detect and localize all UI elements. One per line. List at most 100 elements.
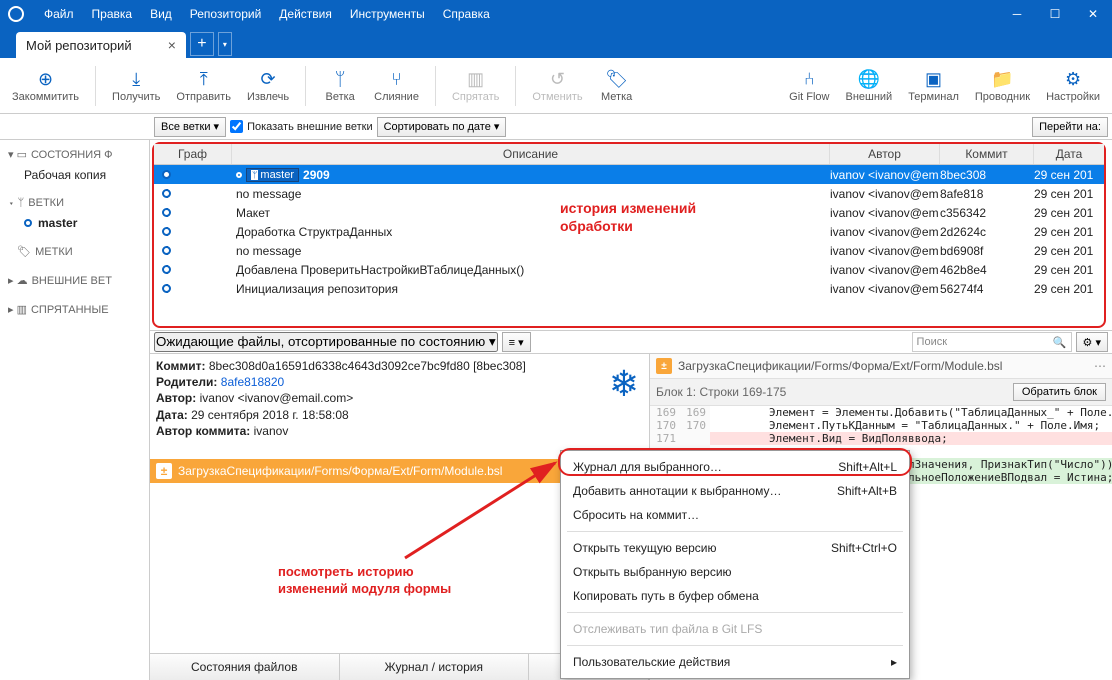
history-row[interactable]: ᛘmaster 2909ivanov <ivanov@em8bec30829 с… (154, 165, 1104, 184)
col-author: Автор (830, 144, 940, 164)
col-desc: Описание (232, 144, 830, 164)
history-rows: ᛘmaster 2909ivanov <ivanov@em8bec30829 с… (154, 165, 1104, 298)
merge-button[interactable]: ⑂Слияние (366, 65, 427, 107)
ctx-open-current[interactable]: Открыть текущую версиюShift+Ctrl+O (561, 536, 909, 560)
remote-button[interactable]: 🌐Внешний (837, 65, 900, 107)
history-header: Граф Описание Автор Коммит Дата (154, 144, 1104, 165)
modified-file-icon: ± (156, 463, 172, 479)
ctx-open-selected[interactable]: Открыть выбранную версию (561, 560, 909, 584)
separator (95, 66, 96, 106)
show-remote-checkbox[interactable]: Показать внешние ветки (230, 120, 373, 133)
context-menu: Журнал для выбранного…Shift+Alt+L Добави… (560, 450, 910, 679)
repo-tab[interactable]: Мой репозиторий × (16, 32, 186, 58)
separator (305, 66, 306, 106)
tag-button[interactable]: 🏷Метка (591, 65, 643, 107)
explorer-button[interactable]: 📁Проводник (967, 65, 1038, 107)
fetch-button[interactable]: ⟳Извлечь (239, 65, 297, 107)
history-row[interactable]: no messageivanov <ivanov@em8afe81829 сен… (154, 184, 1104, 203)
col-graph: Граф (154, 144, 232, 164)
history-row[interactable]: Инициализация репозиторияivanov <ivanov@… (154, 279, 1104, 298)
history-row[interactable]: no messageivanov <ivanov@embd6908f29 сен… (154, 241, 1104, 260)
history-row[interactable]: Доработка СтруктраДанныхivanov <ivanov@e… (154, 222, 1104, 241)
branches-filter[interactable]: Все ветки ▾ (154, 117, 226, 137)
push-button[interactable]: ⤒Отправить (168, 65, 239, 107)
tab-file-status[interactable]: Состояния файлов (150, 654, 340, 680)
sidebar-section-tags[interactable]: 🏷 МЕТКИ (0, 241, 149, 262)
tab-bar: Мой репозиторий × + ▾ (0, 28, 1112, 58)
ctx-log-selected[interactable]: Журнал для выбранного…Shift+Alt+L (561, 455, 909, 479)
ctx-custom-actions[interactable]: Пользовательские действия▸ (561, 650, 909, 674)
main-area: ▾ ▭ СОСТОЯНИЯ Ф Рабочая копия ▾ ᛘ ВЕТКИ … (0, 140, 1112, 680)
pending-filter[interactable]: Ожидающие файлы, отсортированные по сост… (154, 332, 498, 352)
view-mode-button[interactable]: ≡ ▾ (502, 332, 531, 352)
branch-button[interactable]: ᛘВетка (314, 65, 366, 107)
file-menu-icon[interactable]: ⋯ (1094, 359, 1106, 373)
terminal-button[interactable]: ▣Терминал (900, 65, 967, 107)
ctx-lfs: Отслеживать тип файла в Git LFS (561, 617, 909, 641)
gear-icon: ⚙ (1065, 69, 1081, 91)
commit-button[interactable]: ⊕Закоммитить (4, 65, 87, 107)
col-date: Дата (1034, 144, 1104, 164)
gear-dropdown[interactable]: ⚙ ▾ (1076, 332, 1108, 352)
diff-file-path: ЗагрузкаСпецификации/Forms/Форма/Ext/For… (678, 359, 1088, 373)
sidebar-section-remotes[interactable]: ▸ ☁ ВНЕШНИЕ ВЕТ (0, 270, 149, 291)
hunk-header: Блок 1: Строки 169-175 Обратить блок (650, 379, 1112, 406)
parent-link[interactable]: 8afe818820 (221, 375, 284, 389)
jump-to-button[interactable]: Перейти на: (1032, 117, 1108, 137)
add-tab-button[interactable]: + (190, 32, 214, 56)
menu-help[interactable]: Справка (435, 3, 498, 25)
sidebar-section-branches[interactable]: ▾ ᛘ ВЕТКИ (0, 193, 149, 213)
gitflow-button[interactable]: ⑃Git Flow (781, 65, 837, 107)
menu-file[interactable]: Файл (36, 3, 82, 25)
ctx-reset[interactable]: Сбросить на коммит… (561, 503, 909, 527)
tab-log[interactable]: Журнал / история (340, 654, 530, 680)
globe-icon: 🌐 (858, 69, 880, 91)
search-input[interactable]: Поиск🔍 (912, 332, 1072, 352)
sidebar-working-copy[interactable]: Рабочая копия (0, 165, 149, 185)
ctx-annotate[interactable]: Добавить аннотации к выбранному…Shift+Al… (561, 479, 909, 503)
separator (567, 645, 903, 646)
menu-tools[interactable]: Инструменты (342, 3, 433, 25)
main-menu: Файл Правка Вид Репозиторий Действия Инс… (36, 3, 498, 25)
tab-dropdown-button[interactable]: ▾ (218, 32, 232, 56)
modified-file-icon: ± (656, 358, 672, 374)
menu-actions[interactable]: Действия (271, 3, 340, 25)
stash-button[interactable]: ▥Спрятать (444, 65, 507, 107)
menu-view[interactable]: Вид (142, 3, 180, 25)
sidebar-branch-master[interactable]: master (0, 213, 149, 233)
history-row[interactable]: Добавлена ПроверитьНастройкиВТаблицеДанн… (154, 260, 1104, 279)
gitflow-icon: ⑃ (804, 69, 815, 91)
fetch-icon: ⟳ (261, 69, 276, 91)
app-logo-icon (8, 6, 24, 22)
close-button[interactable]: ✕ (1074, 0, 1112, 28)
filter-bar: Все ветки ▾ Показать внешние ветки Сорти… (0, 114, 1112, 140)
revert-hunk-button[interactable]: Обратить блок (1013, 383, 1106, 401)
ctx-copy-path[interactable]: Копировать путь в буфер обмена (561, 584, 909, 608)
menu-repo[interactable]: Репозиторий (182, 3, 270, 25)
maximize-button[interactable]: ☐ (1036, 0, 1074, 28)
stash-icon: ▥ (467, 69, 484, 91)
diff-file-header: ± ЗагрузкаСпецификации/Forms/Форма/Ext/F… (650, 354, 1112, 379)
snowflake-icon: ❄ (609, 360, 639, 409)
separator (515, 66, 516, 106)
pending-bar: Ожидающие файлы, отсортированные по сост… (150, 330, 1112, 354)
commit-meta: ❄ Коммит: 8bec308d0a16591d6338c4643d3092… (150, 354, 649, 443)
close-tab-icon[interactable]: × (168, 37, 176, 53)
pull-icon: ⤓ (132, 69, 140, 91)
sidebar-section-stashes[interactable]: ▸ ▥ СПРЯТАННЫЕ (0, 299, 149, 320)
minimize-button[interactable]: ─ (998, 0, 1036, 28)
repo-tab-label: Мой репозиторий (26, 38, 132, 53)
sidebar-section-state[interactable]: ▾ ▭ СОСТОЯНИЯ Ф (0, 144, 149, 165)
history-row[interactable]: Макетivanov <ivanov@emc35634229 сен 201 (154, 203, 1104, 222)
file-path: ЗагрузкаСпецификации/Forms/Форма/Ext/For… (178, 464, 502, 478)
col-commit: Коммит (940, 144, 1034, 164)
push-icon: ⤒ (200, 69, 208, 91)
settings-button[interactable]: ⚙Настройки (1038, 65, 1108, 107)
sort-filter[interactable]: Сортировать по дате ▾ (377, 117, 507, 137)
menu-edit[interactable]: Правка (84, 3, 141, 25)
folder-icon: 📁 (991, 69, 1013, 91)
pull-button[interactable]: ⤓Получить (104, 65, 168, 107)
discard-icon: ↺ (550, 69, 565, 91)
terminal-icon: ▣ (925, 69, 942, 91)
discard-button[interactable]: ↺Отменить (524, 65, 590, 107)
